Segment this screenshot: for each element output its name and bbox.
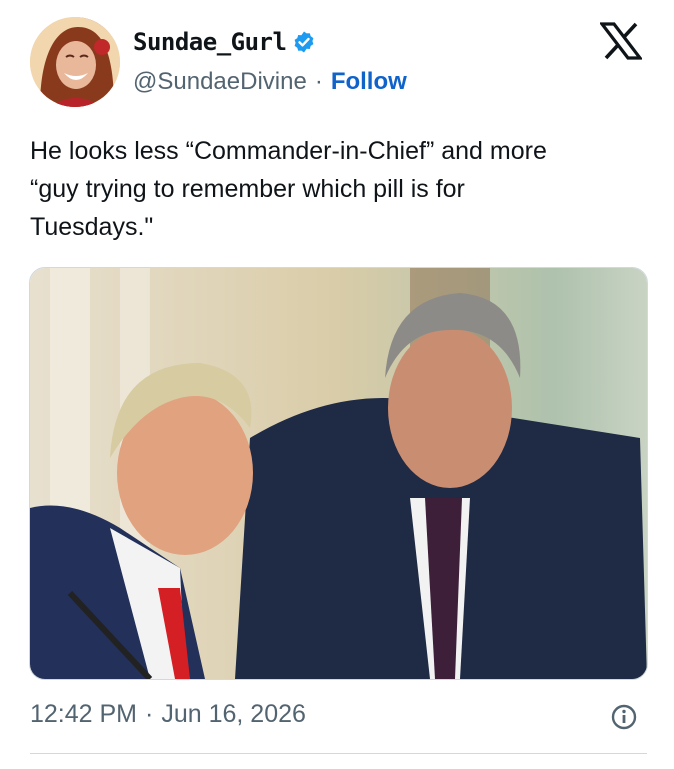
author-display-name[interactable]: Sundae_Gurl: [133, 28, 287, 56]
author-name-row: Sundae_Gurl: [133, 28, 316, 56]
photo-image: [30, 268, 647, 679]
divider: [30, 753, 647, 754]
tweet-date[interactable]: Jun 16, 2026: [161, 700, 306, 729]
avatar[interactable]: [30, 17, 120, 107]
x-logo-icon[interactable]: [598, 22, 644, 60]
author-handle-row: @SundaeDivine · Follow: [133, 68, 407, 96]
tweet-time[interactable]: 12:42 PM: [30, 700, 137, 729]
info-icon[interactable]: [610, 703, 638, 731]
author-handle[interactable]: @SundaeDivine: [133, 68, 307, 96]
tweet-card: Sundae_Gurl @SundaeDivine · Follow He lo…: [0, 0, 674, 769]
tweet-meta: 12:42 PM · Jun 16, 2026: [30, 700, 306, 729]
meta-separator: ·: [145, 700, 154, 728]
verified-badge-icon: [292, 30, 316, 54]
tweet-text: He looks less “Commander-in-Chief” and m…: [30, 137, 547, 241]
follow-button[interactable]: Follow: [331, 68, 407, 96]
handle-separator: ·: [314, 68, 323, 95]
tweet-photo[interactable]: [29, 267, 648, 680]
avatar-image: [30, 17, 120, 107]
